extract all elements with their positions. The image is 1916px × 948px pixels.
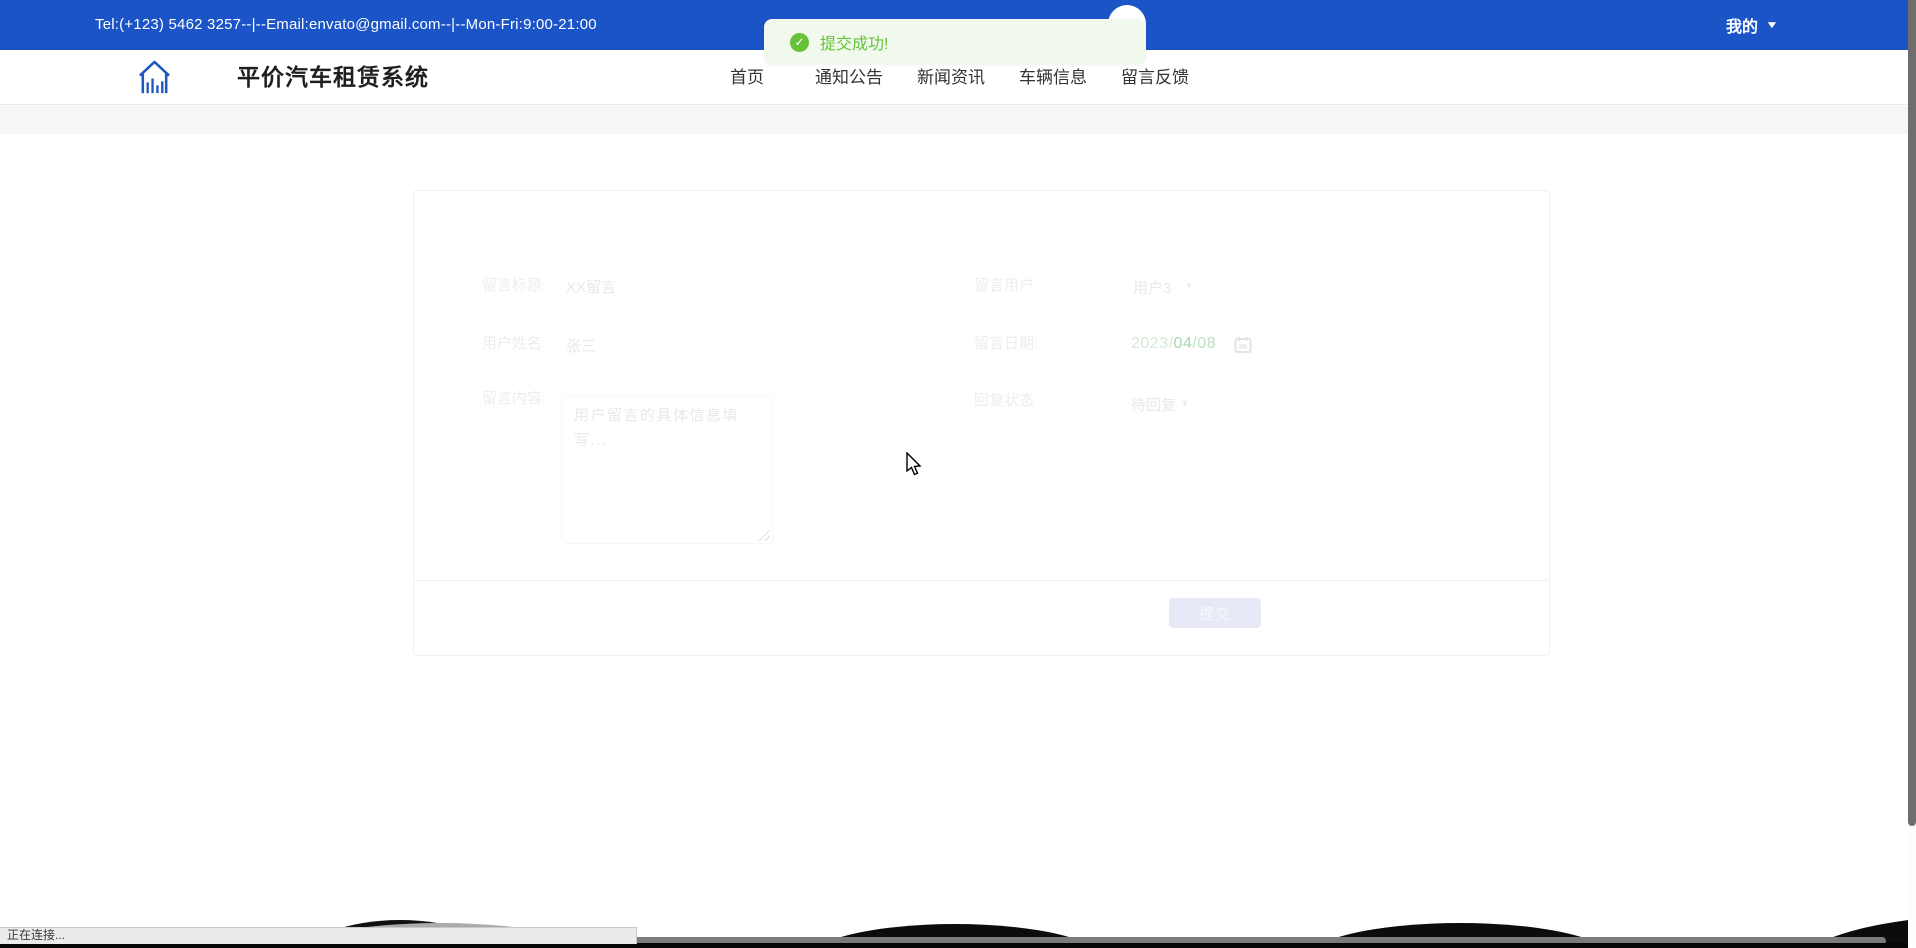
check-circle-icon: ✓ bbox=[790, 32, 809, 52]
reply-status-label: 回复状态 bbox=[974, 392, 1035, 409]
message-content-text: 用户留言的具体信息填写... bbox=[574, 407, 740, 449]
resize-grip-icon[interactable] bbox=[759, 530, 770, 541]
scrollbar-thumb[interactable] bbox=[1908, 0, 1916, 826]
user-menu-label: 我的 bbox=[1726, 19, 1759, 36]
user-name-field[interactable]: 张三 bbox=[566, 335, 596, 356]
date-year: 2023/ bbox=[1131, 335, 1174, 352]
submit-button[interactable]: 提交 bbox=[1169, 598, 1261, 628]
contact-info: Tel:(+123) 5462 3257--|--Email:envato@gm… bbox=[95, 16, 597, 33]
message-user-label: 留言用户 bbox=[974, 277, 1035, 294]
page-title: 平价汽车租赁系统 bbox=[237, 64, 429, 90]
caret-down-icon: ▾ bbox=[1186, 280, 1192, 292]
message-title-label: 留言标题: bbox=[481, 277, 546, 294]
panel-divider bbox=[414, 580, 1549, 581]
reply-status-select[interactable]: 待回复 bbox=[1131, 394, 1176, 415]
message-date-label: 留言日期: bbox=[974, 335, 1039, 352]
status-text: 正在连接... bbox=[7, 928, 66, 942]
feedback-form-panel: 留言标题: XX留言 留言用户 用户3 ▾ 用户姓名: 张三 留言日期: 202… bbox=[413, 190, 1550, 656]
success-toast: ✓ 提交成功! bbox=[764, 19, 1146, 65]
scrollbar-track[interactable] bbox=[1908, 0, 1916, 948]
message-content-label: 留言内容: bbox=[481, 390, 546, 407]
date-day: /08 bbox=[1192, 335, 1217, 352]
message-date-input[interactable]: 2023/04/08 bbox=[1131, 335, 1216, 353]
caret-down-icon: ▾ bbox=[1182, 398, 1188, 410]
date-month: 04 bbox=[1173, 335, 1193, 352]
house-chart-icon bbox=[139, 60, 170, 94]
mouse-cursor bbox=[906, 452, 922, 476]
message-user-select[interactable]: 用户3 bbox=[1133, 277, 1171, 298]
caret-down-icon: ▼ bbox=[1765, 19, 1779, 31]
message-title-field[interactable]: XX留言 bbox=[566, 276, 616, 297]
toast-message: 提交成功! bbox=[820, 36, 889, 53]
subheader-band bbox=[0, 106, 1916, 134]
user-name-label: 用户姓名: bbox=[481, 335, 546, 352]
calendar-icon[interactable] bbox=[1234, 336, 1252, 354]
message-content-textarea[interactable]: 用户留言的具体信息填写... bbox=[561, 396, 773, 544]
user-menu-dropdown[interactable]: 我的 ▼ bbox=[1726, 0, 1779, 50]
browser-status-bar: 正在连接... bbox=[0, 927, 637, 944]
